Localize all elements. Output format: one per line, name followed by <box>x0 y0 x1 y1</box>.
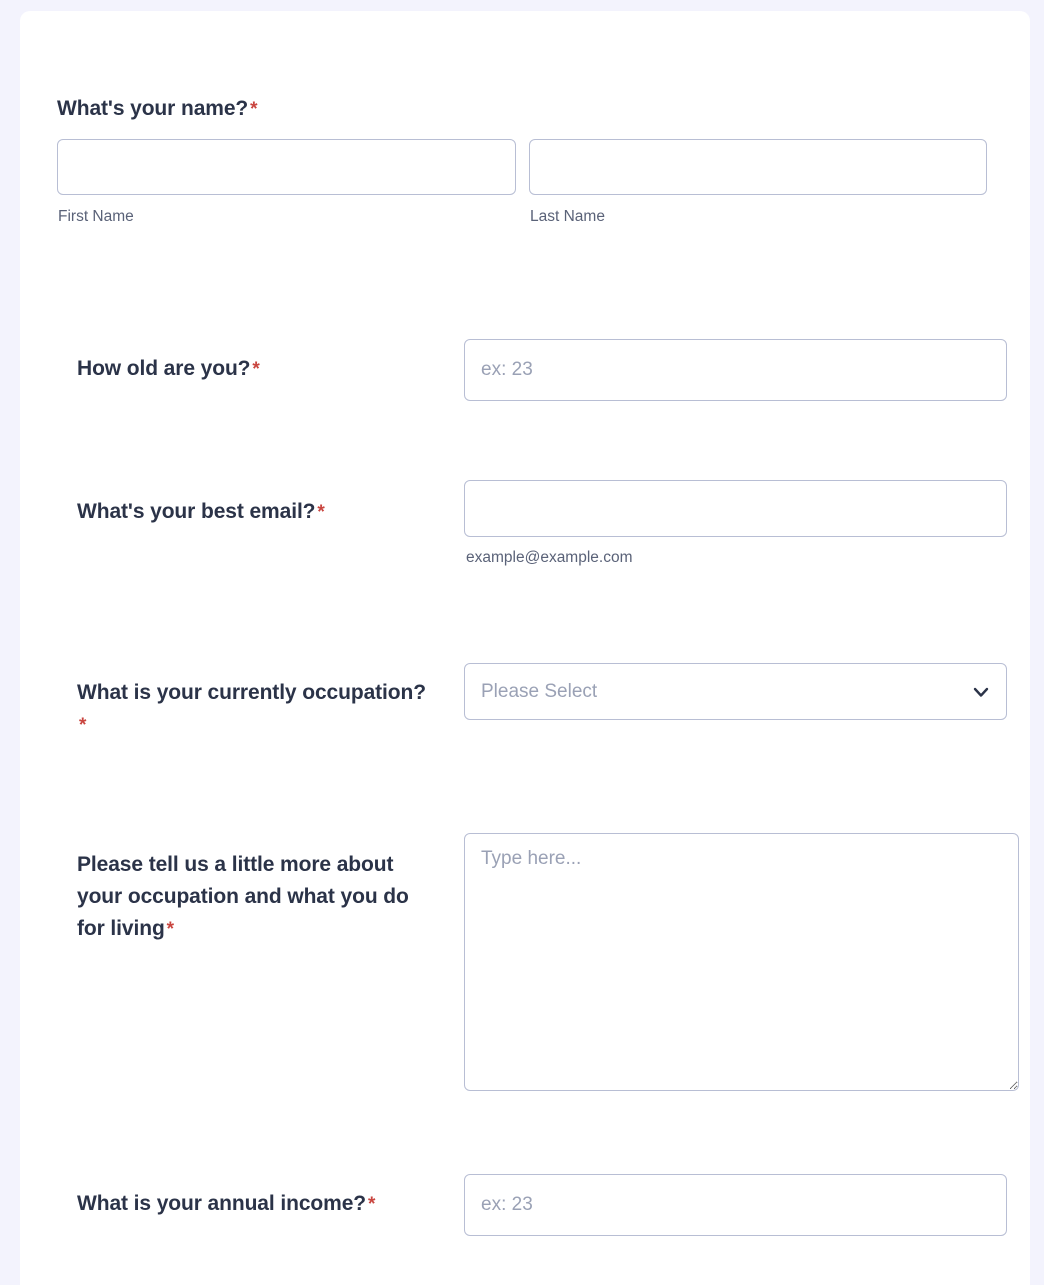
about-occupation-textarea[interactable] <box>464 833 1019 1091</box>
last-name-sublabel: Last Name <box>530 208 605 225</box>
required-asterisk: * <box>252 359 260 380</box>
question-income-label: What is your annual income? * <box>77 1188 447 1221</box>
age-input[interactable] <box>464 339 1007 401</box>
question-name-label: What's your name? * <box>57 93 1017 126</box>
question-age-label-text: How old are you? <box>77 357 251 380</box>
required-asterisk: * <box>317 502 325 523</box>
question-occupation-label: What is your currently occupation? * <box>77 677 427 742</box>
question-age: How old are you? * <box>57 339 1017 401</box>
email-input[interactable] <box>464 480 1007 537</box>
question-age-label: How old are you? * <box>77 353 437 386</box>
required-asterisk: * <box>166 919 174 940</box>
first-name-sublabel: First Name <box>58 208 134 225</box>
name-fields-row: First Name Last Name <box>57 139 1017 225</box>
last-name-input[interactable] <box>529 139 987 195</box>
question-email-label-text: What's your best email? <box>77 500 316 523</box>
first-name-input[interactable] <box>57 139 516 195</box>
question-name: What's your name? * First Name Last Name <box>57 93 1017 225</box>
form-card: What's your name? * First Name Last Name … <box>20 11 1030 1285</box>
question-income-label-text: What is your annual income? <box>77 1192 367 1215</box>
occupation-select-value: Please Select <box>481 680 598 702</box>
email-sublabel: example@example.com <box>466 549 633 566</box>
required-asterisk: * <box>250 99 258 120</box>
question-email-label: What's your best email? * <box>77 496 457 529</box>
question-occupation-label-text: What is your currently occupation? <box>77 681 426 704</box>
income-input[interactable] <box>464 1174 1007 1236</box>
required-asterisk: * <box>79 715 87 736</box>
required-asterisk: * <box>368 1194 376 1215</box>
occupation-select-wrapper[interactable]: Please Select <box>464 663 1007 720</box>
question-about-occupation-label: Please tell us a little more about your … <box>77 849 437 946</box>
occupation-select[interactable]: Please Select <box>464 663 1007 720</box>
question-name-label-text: What's your name? <box>57 97 249 120</box>
question-about-occupation-label-text: Please tell us a little more about your … <box>77 853 409 940</box>
